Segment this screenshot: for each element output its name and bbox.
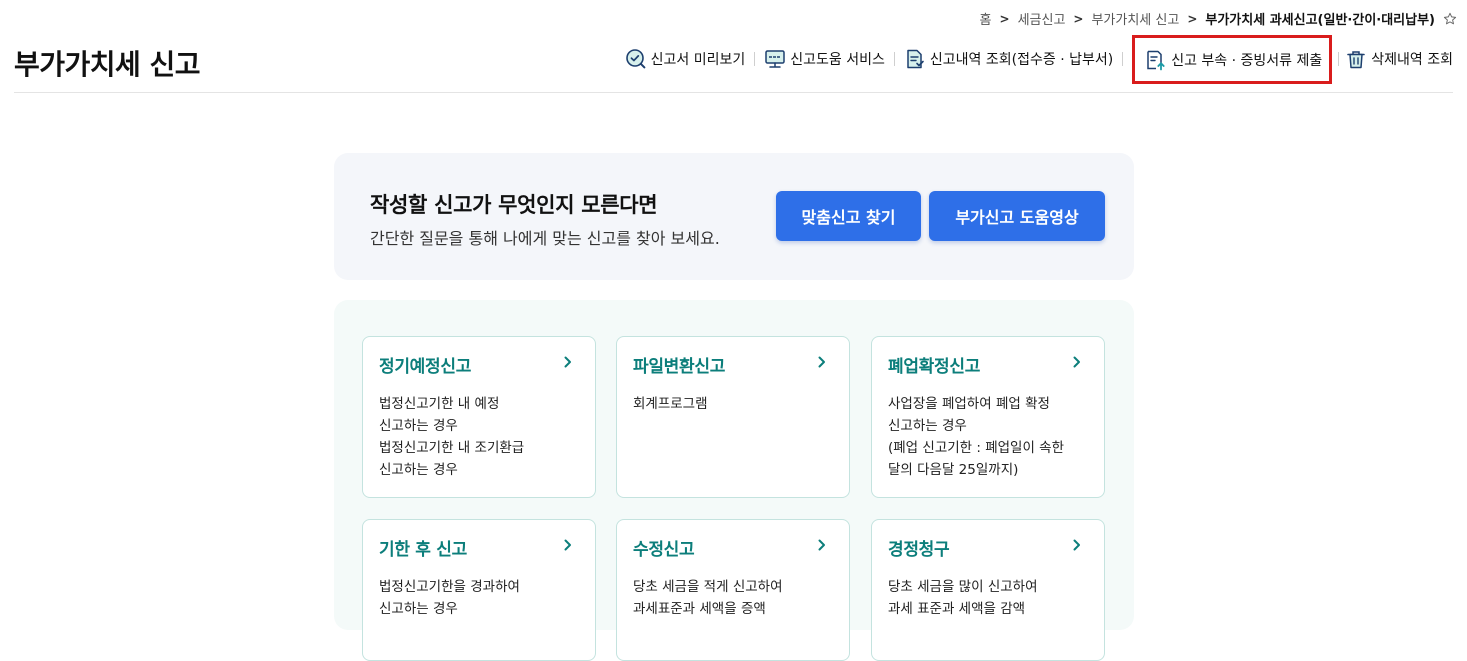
vat-help-video-button[interactable]: 부가신고 도움영상	[929, 191, 1105, 241]
breadcrumb-current: 부가가치세 과세신고(일반·간이·대리납부)	[1205, 13, 1435, 28]
breadcrumb-home[interactable]: 홈	[980, 9, 992, 28]
toolbar-divider	[1122, 52, 1124, 66]
upload-document-icon	[1145, 49, 1167, 71]
card-description: 법정신고기한 내 예정 신고하는 경우 법정신고기한 내 조기환급 신고하는 경…	[379, 393, 583, 481]
find-custom-filing-button[interactable]: 맞춤신고 찾기	[776, 191, 921, 241]
card-description-line: 과세 표준과 세액을 감액	[888, 601, 1026, 617]
trash-icon	[1345, 48, 1367, 70]
chevron-right-icon	[815, 537, 829, 551]
card-description-line: (폐업 신고기한 : 폐업일이 속한	[888, 440, 1065, 456]
card-description-line: 신고하는 경우	[888, 418, 967, 434]
card-amended-filing[interactable]: 수정신고 당초 세금을 적게 신고하여 과세표준과 세액을 증액	[616, 519, 850, 661]
chevron-right-icon	[815, 354, 829, 368]
card-title: 수정신고	[633, 540, 695, 560]
breadcrumb-separator: >	[999, 11, 1010, 26]
favorite-star-icon[interactable]	[1443, 12, 1457, 26]
toolbar-divider	[754, 52, 756, 66]
card-title: 기한 후 신고	[379, 540, 467, 560]
card-closure-final-filing[interactable]: 폐업확정신고 사업장을 폐업하여 폐업 확정 신고하는 경우 (폐업 신고기한 …	[871, 336, 1105, 498]
breadcrumb-separator: >	[1187, 11, 1198, 26]
card-late-filing[interactable]: 기한 후 신고 법정신고기한을 경과하여 신고하는 경우	[362, 519, 596, 661]
card-regular-preliminary-filing[interactable]: 정기예정신고 법정신고기한 내 예정 신고하는 경우 법정신고기한 내 조기환급…	[362, 336, 596, 498]
card-description-line: 당초 세금을 적게 신고하여	[633, 579, 783, 595]
card-description-line: 법정신고기한 내 예정	[379, 396, 500, 412]
preview-report-button[interactable]: 신고서 미리보기	[625, 48, 746, 70]
card-title: 정기예정신고	[379, 357, 472, 377]
chevron-right-icon	[561, 537, 575, 551]
submit-attachments-button[interactable]: 신고 부속 · 증빙서류 제출	[1132, 34, 1333, 84]
promo-title: 작성할 신고가 무엇인지 모른다면	[370, 193, 658, 217]
deleted-history-label: 삭제내역 조회	[1371, 52, 1453, 68]
toolbar-divider	[1338, 52, 1340, 66]
card-title: 폐업확정신고	[888, 357, 981, 377]
card-description-line: 신고하는 경우	[379, 601, 458, 617]
card-title: 파일변환신고	[633, 357, 726, 377]
filing-type-cards: 정기예정신고 법정신고기한 내 예정 신고하는 경우 법정신고기한 내 조기환급…	[334, 300, 1134, 661]
card-description-line: 사업장을 폐업하여 폐업 확정	[888, 396, 1050, 412]
monitor-help-icon	[764, 48, 786, 70]
promo-subtitle: 간단한 질문을 통해 나에게 맞는 신고를 찾아 보세요.	[370, 229, 720, 248]
search-doc-icon	[625, 48, 647, 70]
card-refund-claim[interactable]: 경정청구 당초 세금을 많이 신고하여 과세 표준과 세액을 감액	[871, 519, 1105, 661]
toolbar-divider	[893, 52, 895, 66]
toolbar: 신고서 미리보기 신고도움 서비스 신고내역 조회(접수증 · 납부서) 신고 …	[625, 34, 1453, 84]
card-description-line: 당초 세금을 많이 신고하여	[888, 579, 1038, 595]
card-description-line: 신고하는 경우	[379, 462, 458, 478]
card-description-line: 회계프로그램	[633, 396, 708, 412]
page-title: 부가가치세 신고	[14, 48, 201, 81]
submit-attachments-label: 신고 부속 · 증빙서류 제출	[1171, 52, 1323, 69]
preview-report-label: 신고서 미리보기	[650, 52, 746, 68]
chevron-right-icon	[561, 354, 575, 368]
filing-history-label: 신고내역 조회(접수증 · 납부서)	[929, 52, 1114, 68]
card-description: 당초 세금을 적게 신고하여 과세표준과 세액을 증액	[633, 576, 837, 620]
custom-filing-finder-panel: 작성할 신고가 무엇인지 모른다면 간단한 질문을 통해 나에게 맞는 신고를 …	[334, 153, 1134, 280]
card-description-line: 법정신고기한 내 조기환급	[379, 440, 525, 456]
breadcrumb-vat-filing[interactable]: 부가가치세 신고	[1091, 9, 1179, 28]
breadcrumb-separator: >	[1073, 11, 1084, 26]
card-description: 사업장을 폐업하여 폐업 확정 신고하는 경우 (폐업 신고기한 : 폐업일이 …	[888, 393, 1092, 481]
chevron-right-icon	[1070, 354, 1084, 368]
breadcrumb: 홈 > 세금신고 > 부가가치세 신고 > 부가가치세 과세신고(일반·간이·대…	[980, 9, 1457, 28]
card-description-line: 달의 다음달 25일까지)	[888, 462, 1019, 478]
filing-help-service-label: 신고도움 서비스	[790, 52, 885, 68]
document-check-icon	[904, 48, 926, 70]
breadcrumb-tax-filing[interactable]: 세금신고	[1018, 9, 1066, 28]
card-file-conversion-filing[interactable]: 파일변환신고 회계프로그램	[616, 336, 850, 498]
card-description-line: 과세표준과 세액을 증액	[633, 601, 766, 617]
chevron-right-icon	[1070, 537, 1084, 551]
card-description-line: 신고하는 경우	[379, 418, 458, 434]
header-divider	[14, 92, 1453, 93]
card-description: 당초 세금을 많이 신고하여 과세 표준과 세액을 감액	[888, 576, 1092, 620]
card-title: 경정청구	[888, 540, 950, 560]
card-description-line: 법정신고기한을 경과하여	[379, 579, 520, 595]
card-description: 회계프로그램	[633, 393, 837, 415]
filing-history-button[interactable]: 신고내역 조회(접수증 · 납부서)	[904, 48, 1113, 70]
deleted-history-button[interactable]: 삭제내역 조회	[1345, 48, 1453, 70]
card-description: 법정신고기한을 경과하여 신고하는 경우	[379, 576, 583, 620]
filing-help-service-button[interactable]: 신고도움 서비스	[764, 48, 885, 70]
